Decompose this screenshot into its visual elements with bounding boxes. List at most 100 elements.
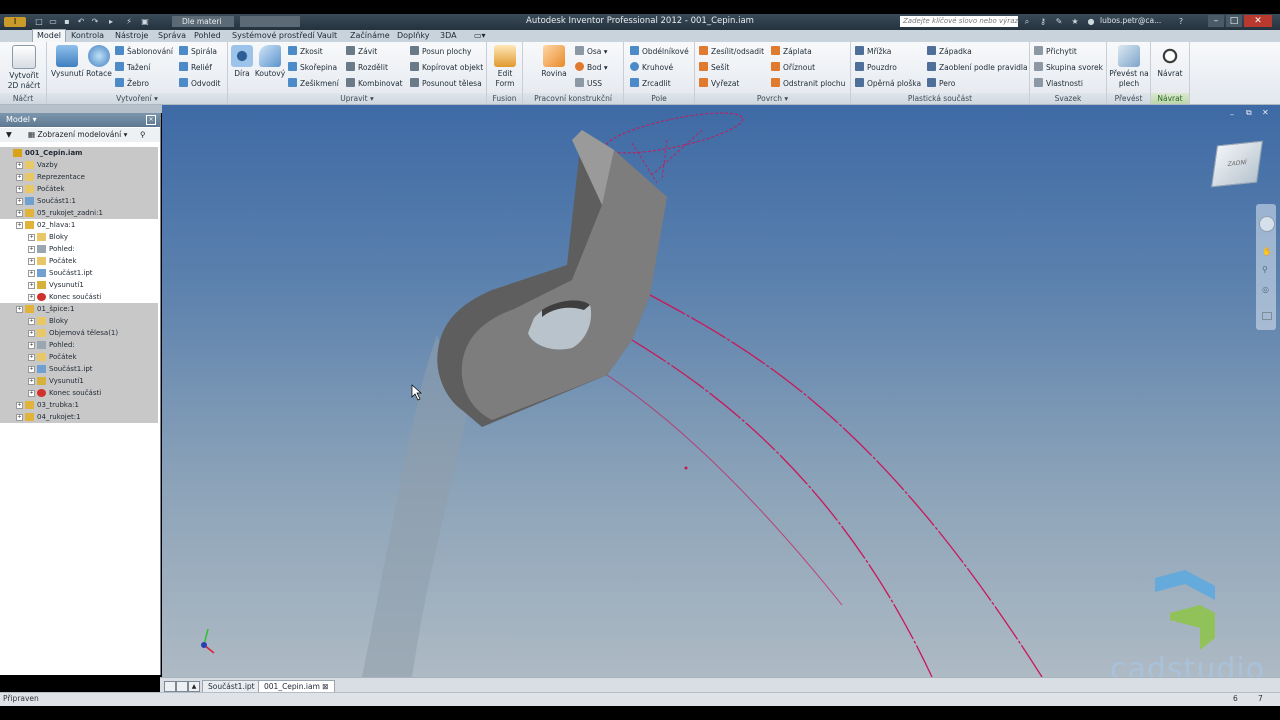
tree-expand-icon[interactable]: + [16, 162, 23, 169]
tree-expand-icon[interactable]: + [28, 258, 35, 265]
tree-expand-icon[interactable]: + [16, 306, 23, 313]
fillet-button[interactable]: Koutový [254, 45, 286, 79]
plane-button[interactable]: Rovina [537, 45, 571, 79]
thread-button[interactable]: Závit [346, 46, 377, 58]
stitch-button[interactable]: Sešít [699, 62, 729, 74]
draft-button[interactable]: Zešikmení [288, 78, 339, 90]
tree-node[interactable]: + Součást1:1 [0, 195, 158, 207]
tree-node[interactable]: + Pohled: [0, 243, 158, 255]
tile-horizontal-icon[interactable] [164, 681, 176, 692]
point-button[interactable]: Bod ▾ [575, 62, 608, 74]
tree-expand-icon[interactable]: + [16, 174, 23, 181]
thicken-button[interactable]: Zesílit/odsadit [699, 46, 764, 58]
tree-expand-icon[interactable]: + [16, 186, 23, 193]
trim-button[interactable]: Oříznout [771, 62, 815, 74]
axis-button[interactable]: Osa ▾ [575, 46, 608, 58]
tree-expand-icon[interactable]: + [28, 342, 35, 349]
tree-node[interactable]: + Konec součásti [0, 291, 158, 303]
key-icon[interactable]: ⚷ [1038, 17, 1048, 27]
tab-systemove-prostredi[interactable]: Systémové prostředí [228, 30, 319, 42]
combine-button[interactable]: Kombinovat [346, 78, 403, 90]
derive-button[interactable]: Odvodit [179, 78, 220, 90]
create-2d-sketch-button[interactable]: Vytvořit 2D náčrt [4, 45, 44, 91]
tree-expand-icon[interactable]: + [28, 318, 35, 325]
close-button[interactable]: ✕ [1244, 15, 1272, 27]
loft-button[interactable]: Šablonování [115, 46, 173, 58]
grill-button[interactable]: Mřížka [855, 46, 891, 58]
view-select[interactable]: ▦ Zobrazení modelování ▾ [28, 128, 127, 142]
revolve-button[interactable]: Rotace [85, 45, 113, 79]
tree-node[interactable]: + Vysunutí1 [0, 375, 158, 387]
tree-node[interactable]: + Bloky [0, 315, 158, 327]
patch-button[interactable]: Záplata [771, 46, 812, 58]
copy-object-button[interactable]: Kopírovat objekt [410, 62, 483, 74]
tree-node[interactable]: + Pohled: [0, 339, 158, 351]
tile-vertical-icon[interactable] [176, 681, 188, 692]
tree-expand-icon[interactable]: + [28, 378, 35, 385]
star-icon[interactable]: ★ [1070, 17, 1080, 27]
tab-model[interactable]: Model [32, 29, 67, 43]
tree-node[interactable]: + Počátek [0, 183, 158, 195]
tree-expand-icon[interactable]: + [16, 402, 23, 409]
tab-sprava[interactable]: Správa [154, 30, 190, 42]
ucs-button[interactable]: USS [575, 78, 602, 90]
browser-close-icon[interactable]: × [146, 115, 156, 125]
tree-node[interactable]: + Objemová tělesa(1) [0, 327, 158, 339]
tree-node[interactable]: +01_špice:1 [0, 303, 158, 315]
viewcube[interactable]: ZADNÍ [1211, 140, 1263, 188]
boss-button[interactable]: Pouzdro [855, 62, 897, 74]
hole-button[interactable]: Díra [230, 45, 254, 79]
tree-expand-icon[interactable]: + [28, 234, 35, 241]
help-icon[interactable]: ? [1176, 17, 1186, 27]
ribbon-options-icon[interactable]: ▭▾ [470, 30, 490, 42]
chamfer-button[interactable]: Zkosit [288, 46, 323, 58]
tab-vault[interactable]: Vault [313, 30, 341, 42]
tree-expand-icon[interactable]: + [28, 270, 35, 277]
snap-fit-button[interactable]: Západka [927, 46, 972, 58]
tree-expand-icon[interactable]: + [16, 198, 23, 205]
tree-node[interactable]: + Počátek [0, 255, 158, 267]
tree-node[interactable]: +04_rukojet:1 [0, 411, 158, 423]
tree-expand-icon[interactable]: + [28, 330, 35, 337]
tree-expand-icon[interactable]: + [28, 390, 35, 397]
viewport-minimize-icon[interactable]: – [1230, 110, 1234, 119]
document-tab-close-icon[interactable]: ⊠ [322, 682, 328, 691]
tab-kontrola[interactable]: Kontrola [67, 30, 108, 42]
sweep-button[interactable]: Tažení [115, 62, 150, 74]
wrench-icon[interactable]: ✎ [1054, 17, 1064, 27]
convert-to-sheet-metal-button[interactable]: Převést na plech [1109, 45, 1149, 89]
tree-node[interactable]: + Součást1.ipt [0, 363, 158, 375]
tab-doplnky[interactable]: Doplňky [393, 30, 434, 42]
browser-title[interactable]: Model [6, 115, 30, 124]
tree-node[interactable]: +03_trubka:1 [0, 399, 158, 411]
tab-pohled[interactable]: Pohled [190, 30, 225, 42]
minimize-button[interactable]: – [1208, 15, 1224, 27]
document-menu-icon[interactable]: ▲ [188, 681, 200, 692]
tree-expand-icon[interactable]: + [28, 282, 35, 289]
mirror-button[interactable]: Zrcadlit [630, 78, 671, 90]
rectangular-pattern-button[interactable]: Obdélníkové [630, 46, 689, 58]
tree-node[interactable]: + Součást1.ipt [0, 267, 158, 279]
sculpt-button[interactable]: Vyřezat [699, 78, 739, 90]
edit-form-button[interactable]: Edit Form [489, 45, 521, 89]
attach-button[interactable]: Přichytit [1034, 46, 1077, 58]
user-name[interactable]: lubos.petr@ca... [1100, 16, 1161, 25]
tree-node[interactable]: + Vysunutí1 [0, 279, 158, 291]
tree-expand-icon[interactable]: + [16, 210, 23, 217]
binoculars-icon[interactable]: ⌕ [1022, 17, 1032, 27]
orbit-icon[interactable]: ◎ [1262, 286, 1270, 294]
tab-zaciname[interactable]: Začínáme [346, 30, 394, 42]
pin-group-button[interactable]: Skupina svorek [1034, 62, 1103, 74]
emboss-button[interactable]: Reliéf [179, 62, 212, 74]
tree-expand-icon[interactable]: + [28, 294, 35, 301]
coil-button[interactable]: Spirála [179, 46, 217, 58]
tree-expand-icon[interactable]: + [16, 222, 23, 229]
viewport-restore-icon[interactable]: ⧉ [1246, 108, 1252, 118]
tree-node[interactable]: + Bloky [0, 231, 158, 243]
tree-node[interactable]: + Reprezentace [0, 171, 158, 183]
tree-expand-icon[interactable]: + [28, 354, 35, 361]
shell-button[interactable]: Skořepina [288, 62, 337, 74]
move-face-button[interactable]: Posun plochy [410, 46, 471, 58]
pan-icon[interactable]: ✋ [1262, 248, 1272, 256]
harness-properties-button[interactable]: Vlastnosti [1034, 78, 1083, 90]
